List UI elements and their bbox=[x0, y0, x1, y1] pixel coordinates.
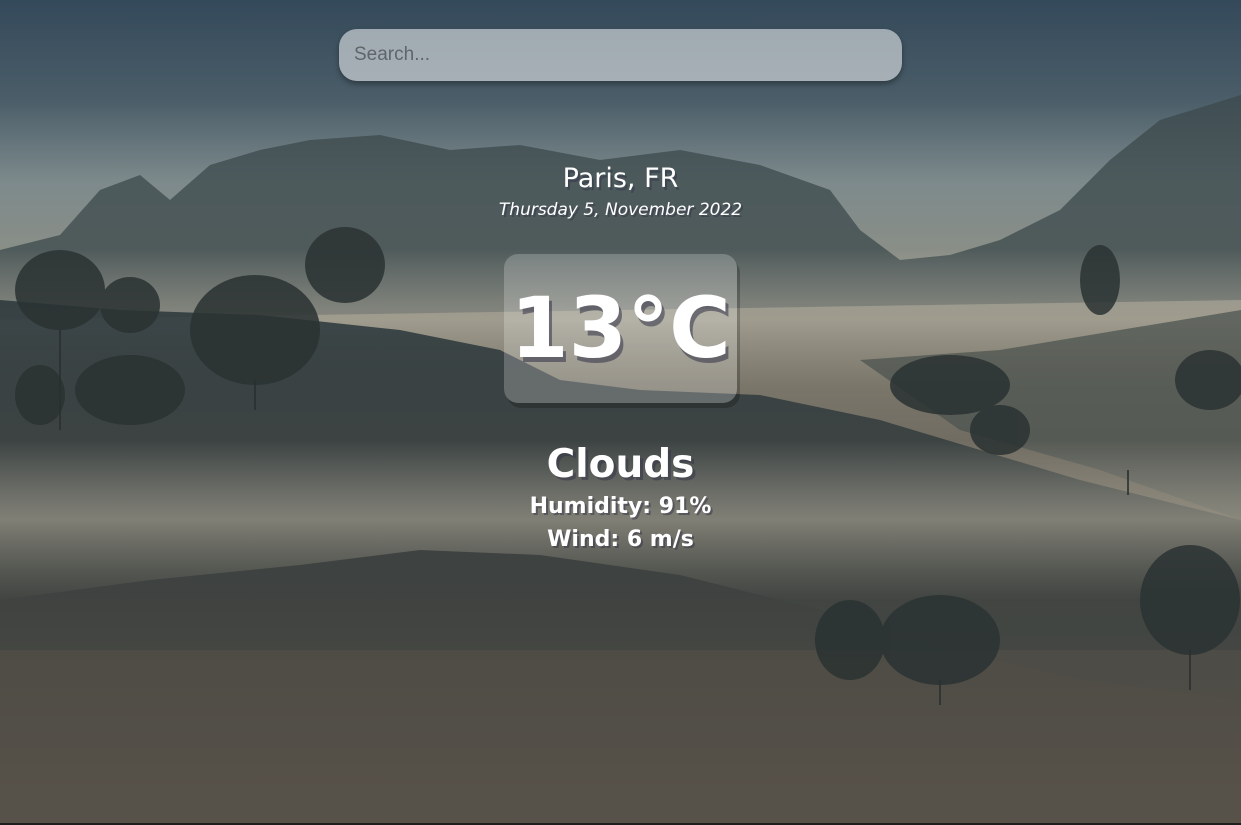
search-input[interactable] bbox=[339, 29, 902, 81]
weather-condition: Clouds bbox=[546, 442, 695, 487]
location-name: Paris, FR bbox=[562, 163, 679, 194]
temperature-panel: 13°C bbox=[504, 254, 737, 403]
current-date: Thursday 5, November 2022 bbox=[498, 200, 743, 220]
temperature-value: 13°C bbox=[510, 279, 731, 377]
weather-box: Clouds Humidity: 91% Wind: 6 m/s bbox=[0, 440, 1241, 556]
background-landscape bbox=[0, 0, 1241, 825]
humidity-text: Humidity: 91% bbox=[529, 494, 712, 519]
wind-text: Wind: 6 m/s bbox=[547, 527, 694, 552]
location-box: Paris, FR Thursday 5, November 2022 bbox=[0, 160, 1241, 220]
foggy-hills-image bbox=[0, 95, 1241, 825]
